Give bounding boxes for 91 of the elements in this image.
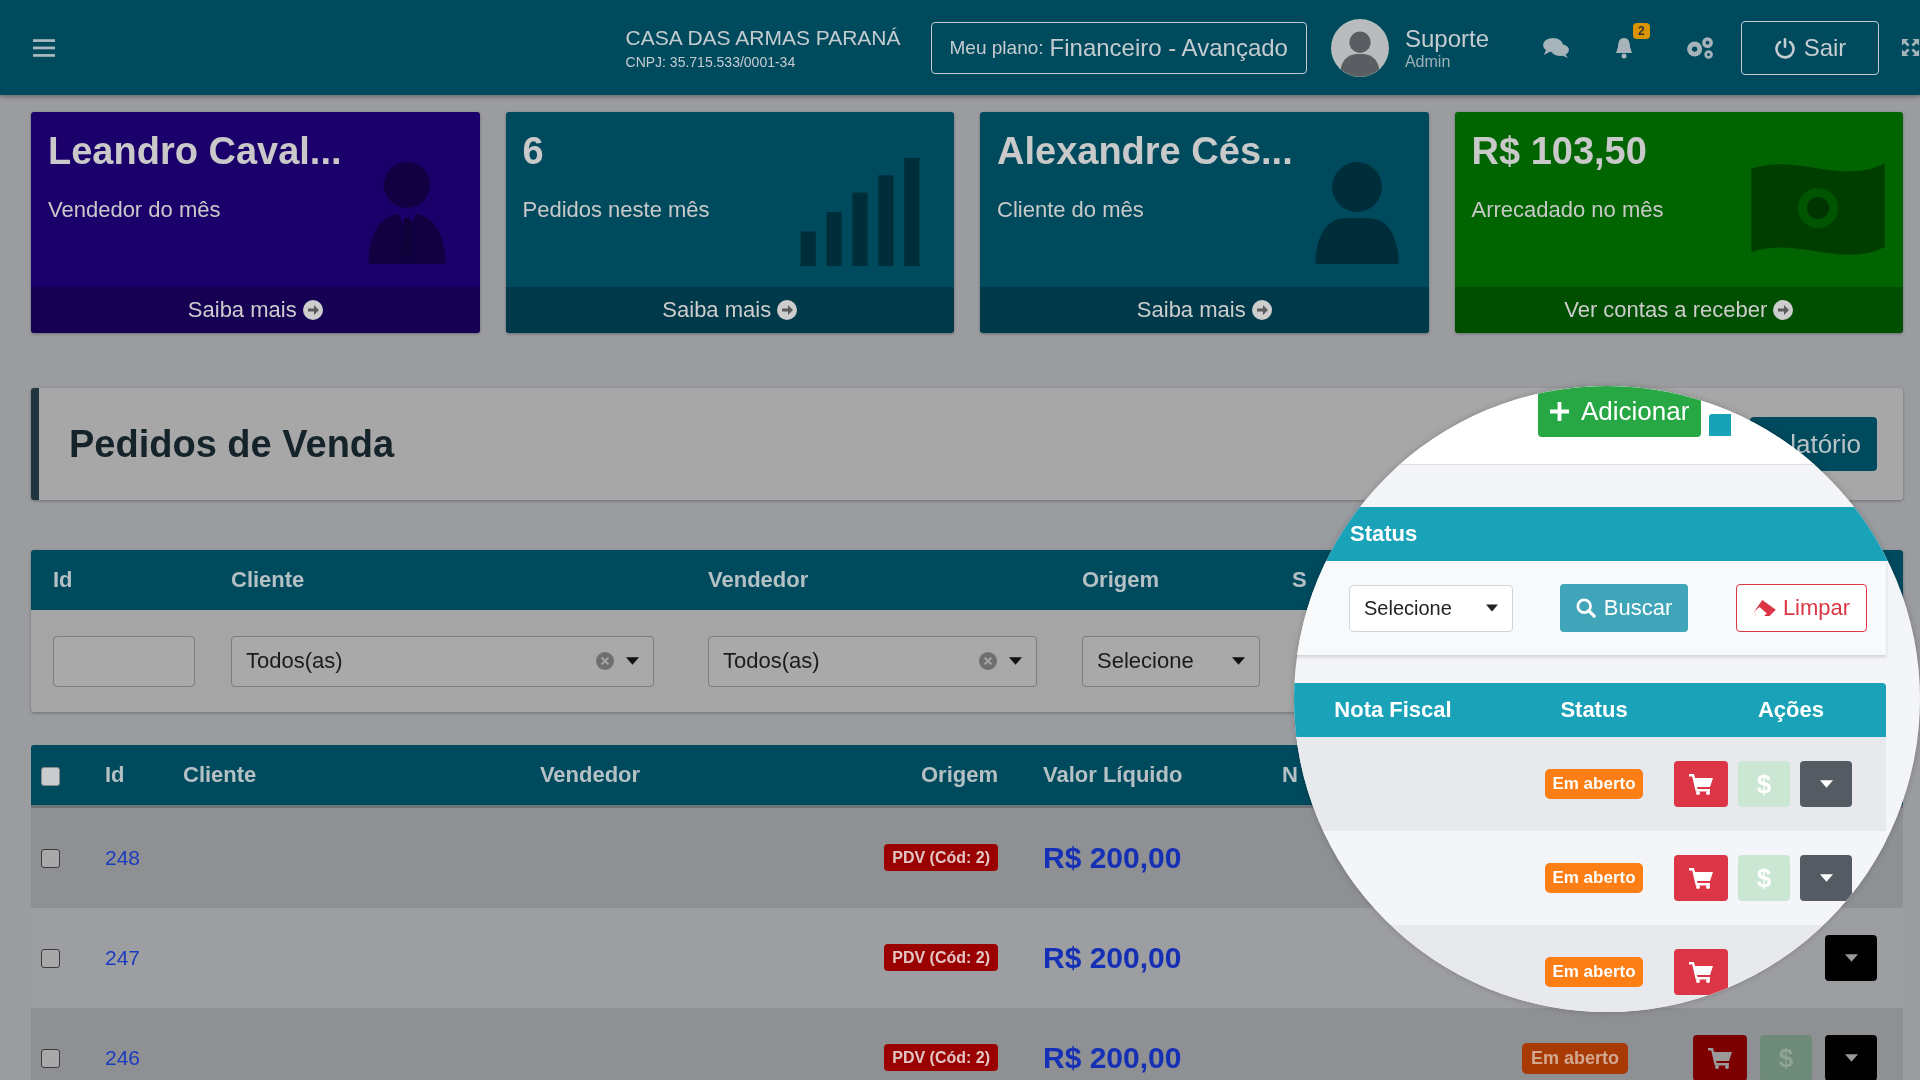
card-label: Pedidos neste mês xyxy=(522,197,711,223)
cart-icon xyxy=(1708,1047,1732,1069)
logout-button[interactable]: Sair xyxy=(1741,20,1879,75)
dropdown-button[interactable] xyxy=(1800,761,1852,807)
arrow-circle-icon xyxy=(1251,300,1272,320)
checkbox[interactable] xyxy=(41,1048,60,1068)
search-icon xyxy=(1575,598,1596,618)
cart-button[interactable] xyxy=(1674,949,1728,995)
card-link[interactable]: Saiba mais xyxy=(31,287,480,333)
card-value: R$ 103,50 xyxy=(1471,130,1648,173)
caret-icon xyxy=(1819,780,1833,788)
column-header: Cliente xyxy=(182,762,258,788)
cart-button[interactable] xyxy=(1693,1035,1747,1080)
cart-button[interactable] xyxy=(1674,855,1728,901)
net-value: R$ 200,00 xyxy=(1043,1041,1182,1074)
cart-icon xyxy=(1689,961,1713,983)
card-label: Arrecadado no mês xyxy=(1471,197,1665,223)
net-value: R$ 200,00 xyxy=(1043,941,1182,974)
clear-button[interactable]: Limpar xyxy=(1736,584,1867,632)
checkbox[interactable] xyxy=(41,948,60,968)
column-header: Id xyxy=(52,567,73,593)
column-header: Id xyxy=(104,762,126,788)
menu-icon[interactable] xyxy=(33,38,55,57)
origin-tag: PDV (Cód: 2) xyxy=(884,944,998,971)
eraser-icon xyxy=(1752,599,1777,617)
caret-icon xyxy=(1844,954,1858,962)
card-value: Alexandre Cés... xyxy=(997,130,1294,173)
plan-button[interactable]: Meu plano: Financeiro - Avançado xyxy=(930,21,1307,74)
power-icon xyxy=(1773,36,1796,59)
checkbox[interactable] xyxy=(41,848,60,868)
column-header: S xyxy=(1291,567,1307,593)
caret-icon xyxy=(1009,657,1022,665)
page-title: Pedidos de Venda xyxy=(69,422,395,466)
dropdown-button[interactable] xyxy=(1800,855,1852,901)
add-button[interactable]: Adicionar xyxy=(1538,386,1702,437)
company-name: CASA DAS ARMAS PARANÁ xyxy=(625,25,901,50)
column-header: Valor Líquido xyxy=(1042,762,1184,788)
id-field[interactable] xyxy=(53,635,195,687)
caret-icon xyxy=(1844,1054,1858,1062)
company-cnpj: CNPJ: 35.715.533/0001-34 xyxy=(625,53,796,70)
report-button[interactable] xyxy=(1709,414,1732,436)
card-link[interactable]: Ver contas a receber xyxy=(1454,287,1903,333)
settings-icon[interactable] xyxy=(1685,35,1715,60)
card-value: Leandro Caval... xyxy=(48,130,343,173)
fullscreen-icon[interactable] xyxy=(1901,38,1920,57)
caret-icon xyxy=(1232,657,1245,665)
notification-badge: 2 xyxy=(1633,22,1650,39)
arrow-circle-icon xyxy=(302,300,323,320)
column-header: Origem xyxy=(919,762,999,788)
column-header: Status xyxy=(1559,697,1629,723)
origin-tag: PDV (Cód: 2) xyxy=(884,844,998,871)
arrow-circle-icon xyxy=(777,300,798,320)
origin-tag: PDV (Cód: 2) xyxy=(884,1044,998,1071)
card-value: 6 xyxy=(522,130,545,173)
card-link[interactable]: Saiba mais xyxy=(505,287,954,333)
column-header: N xyxy=(1281,762,1299,788)
arrow-circle-icon xyxy=(1773,300,1794,320)
select-field[interactable]: Selecione xyxy=(1349,584,1513,632)
column-header: Cliente xyxy=(230,567,305,593)
card-label: Vendedor do mês xyxy=(48,197,222,223)
cart-icon xyxy=(1689,773,1713,795)
column-header: Vendedor xyxy=(707,567,809,593)
net-value: R$ 200,00 xyxy=(1043,841,1182,874)
column-header: Ações xyxy=(1756,697,1825,723)
cart-icon xyxy=(1689,867,1713,889)
cart-button[interactable] xyxy=(1674,761,1728,807)
column-header: Vendedor xyxy=(538,762,642,788)
caret-icon xyxy=(626,657,639,665)
chat-icon[interactable] xyxy=(1543,36,1569,59)
caret-icon xyxy=(1819,874,1833,882)
dropdown-button[interactable] xyxy=(1825,935,1877,981)
card-label: Cliente do mês xyxy=(997,197,1145,223)
status-tag: Em aberto xyxy=(1545,957,1643,987)
user-role: Admin xyxy=(1404,52,1452,71)
card-link[interactable]: Saiba mais xyxy=(980,287,1429,333)
avatar-icon[interactable] xyxy=(1330,18,1389,77)
column-header: Nota Fiscal xyxy=(1333,697,1453,723)
checkbox[interactable] xyxy=(41,766,60,786)
user-name: Suporte xyxy=(1404,24,1489,53)
status-tag: Em aberto xyxy=(1545,769,1643,799)
order-id-link[interactable]: 247 xyxy=(105,946,141,969)
column-header: Status xyxy=(1350,521,1418,547)
select-field[interactable]: Todos(as) xyxy=(708,635,1037,687)
dropdown-button[interactable] xyxy=(1825,1035,1877,1080)
caret-icon xyxy=(1486,604,1498,612)
column-header: Origem xyxy=(1081,567,1160,593)
status-tag: Em aberto xyxy=(1545,863,1643,893)
plus-icon xyxy=(1550,402,1569,421)
select-field[interactable]: Todos(as) xyxy=(231,635,654,687)
status-tag: Em aberto xyxy=(1522,1042,1628,1074)
select-field[interactable]: Selecione xyxy=(1082,635,1260,687)
